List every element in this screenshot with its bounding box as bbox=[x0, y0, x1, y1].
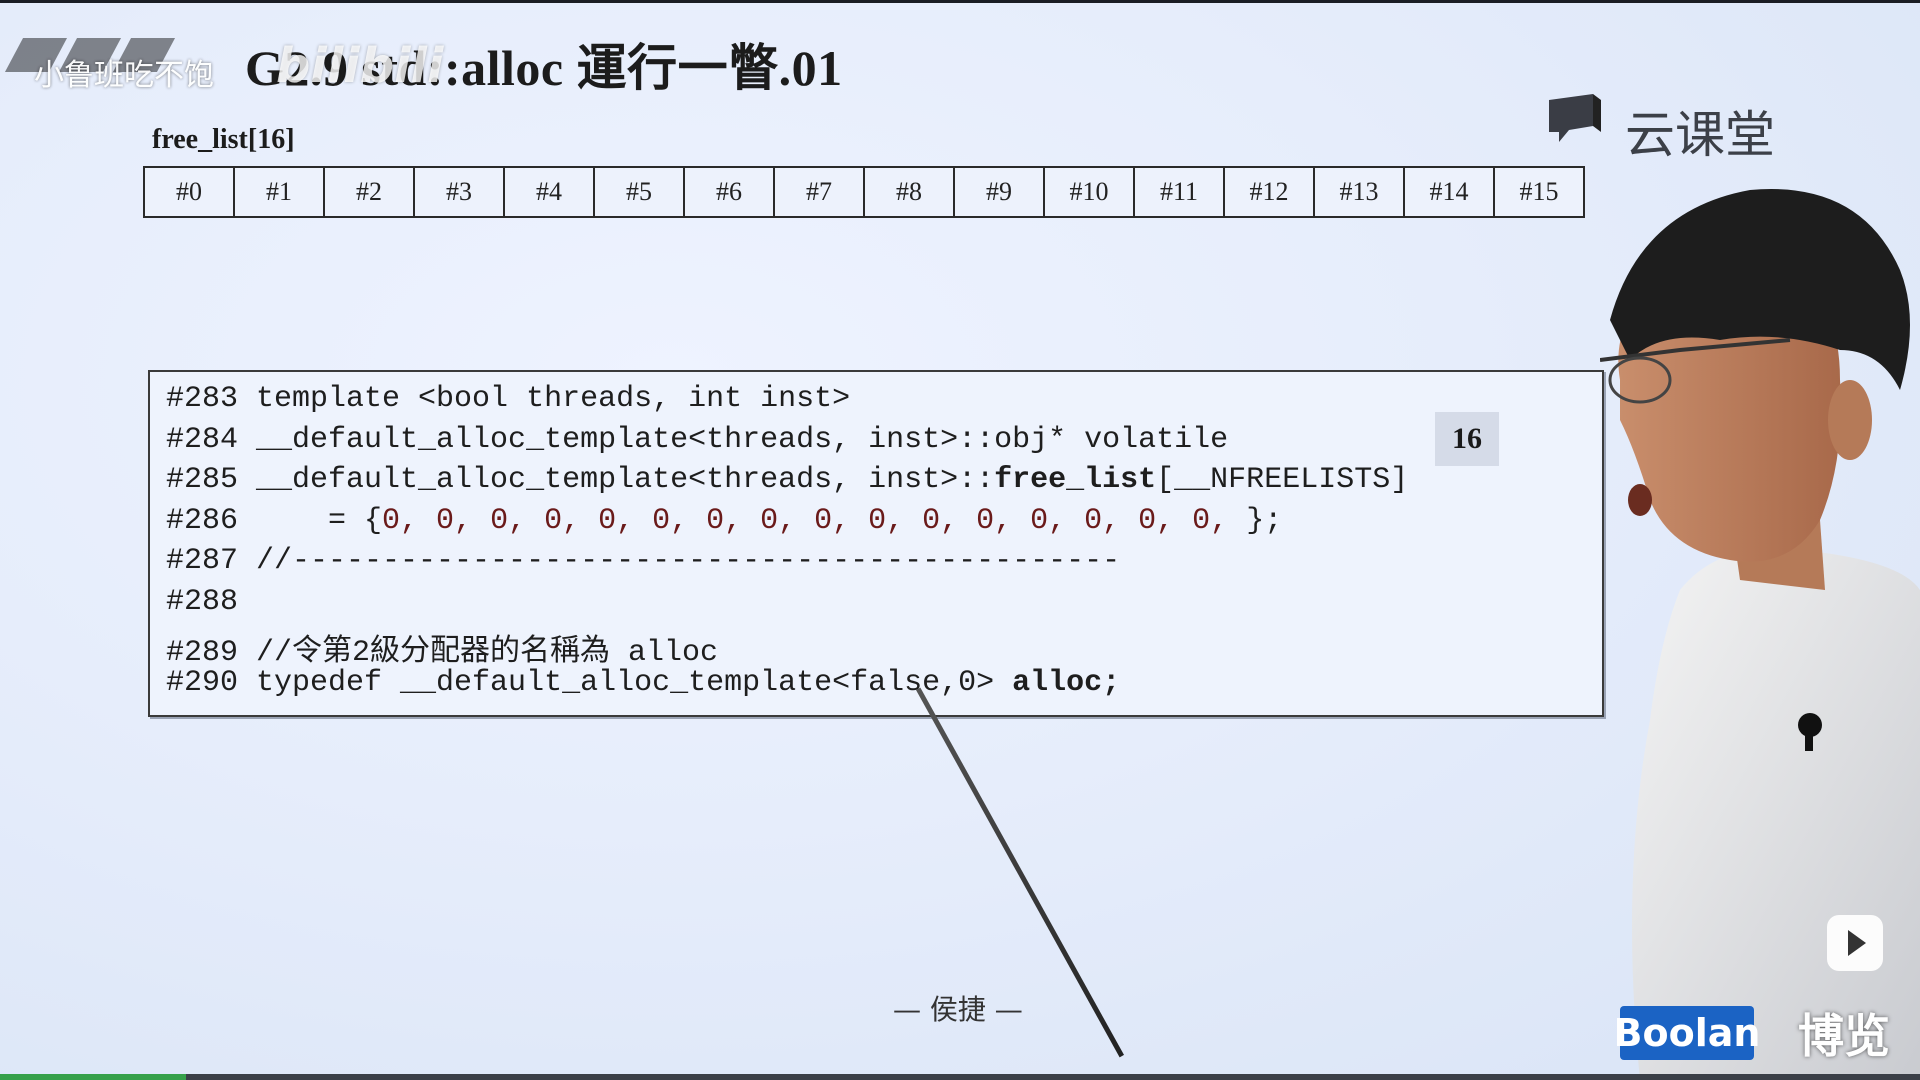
video-frame: G2.9 std::alloc 運行一瞥.01 小鲁班吃不饱 bilibili … bbox=[0, 0, 1920, 1080]
code-line: #283 template <bool threads, int inst> bbox=[166, 382, 850, 416]
yun-ketang-logo-icon bbox=[1549, 94, 1601, 142]
code-bold-identifier: free_list bbox=[994, 463, 1157, 497]
free-list-cell: #3 bbox=[415, 168, 505, 216]
code-line-number: #287 bbox=[166, 544, 239, 578]
free-list-cell: #1 bbox=[235, 168, 325, 216]
code-line-number: #285 bbox=[166, 463, 239, 497]
free-list-cell: #6 bbox=[685, 168, 775, 216]
free-list-cell: #7 bbox=[775, 168, 865, 216]
free-list-cell: #2 bbox=[325, 168, 415, 216]
code-line-number: #290 bbox=[166, 665, 239, 700]
video-progress-bar[interactable] bbox=[0, 1074, 1920, 1080]
code-line: #285 __default_alloc_template<threads, i… bbox=[166, 463, 1408, 497]
boolan-logo: Boolan bbox=[1614, 1006, 1760, 1060]
code-initializer-values: 0, 0, 0, 0, 0, 0, 0, 0, 0, 0, 0, 0, 0, 0… bbox=[382, 503, 1229, 538]
free-list-cell: #5 bbox=[595, 168, 685, 216]
video-progress-fill bbox=[0, 1074, 187, 1080]
code-line-text: typedef __default_alloc_template<false,0… bbox=[238, 665, 1013, 700]
code-line: #284 __default_alloc_template<threads, i… bbox=[166, 423, 1228, 457]
free-list-size-badge: 16 bbox=[1435, 412, 1499, 466]
free-list-cell: #15 bbox=[1519, 177, 1559, 206]
code-bold-identifier: alloc; bbox=[1012, 665, 1121, 700]
code-line: #287 //---------------------------------… bbox=[166, 544, 1120, 578]
code-line-number: #288 bbox=[166, 584, 239, 619]
code-line-rest: [__NFREELISTS] bbox=[1156, 463, 1409, 497]
free-list-cell: #12 bbox=[1225, 168, 1315, 216]
channel-watermark: 小鲁班吃不饱 bbox=[34, 58, 214, 93]
free-list-cell: #11 bbox=[1135, 168, 1225, 216]
code-line-text: template <bool threads, int inst> bbox=[238, 382, 851, 416]
code-line: #290 typedef __default_alloc_template<fa… bbox=[166, 666, 1120, 700]
free-list-cell: #8 bbox=[865, 168, 955, 216]
play-icon[interactable] bbox=[1827, 915, 1883, 971]
top-edge bbox=[0, 0, 1920, 3]
free-list-cell: #9 bbox=[955, 168, 1045, 216]
free-list-cell: #13 bbox=[1315, 168, 1405, 216]
code-line-number: #284 bbox=[166, 422, 239, 457]
free-list-cell: #10 bbox=[1045, 168, 1135, 216]
code-line-number: #286 bbox=[166, 503, 239, 538]
free-list-label: free_list[16] bbox=[152, 124, 295, 155]
bilibili-logo: bilibili bbox=[276, 38, 444, 94]
slide-footer-author: — 侯捷 — bbox=[893, 993, 1023, 1026]
code-line-number: #283 bbox=[166, 382, 239, 416]
code-listing: #283 template <bool threads, int inst> #2… bbox=[148, 370, 1604, 717]
free-list-cell: #4 bbox=[505, 168, 595, 216]
code-line-text: = { bbox=[238, 503, 383, 538]
boolan-cn-logo: 博览 bbox=[1798, 1009, 1890, 1063]
code-line-text: //--------------------------------------… bbox=[238, 544, 1121, 578]
code-line: #286 = {0, 0, 0, 0, 0, 0, 0, 0, 0, 0, 0,… bbox=[166, 504, 1282, 538]
free-list-table: #0 #1 #2 #3 #4 #5 #6 #7 #8 #9 #10 #11 #12 #13 #14 #15 bbox=[143, 166, 1585, 218]
code-line: #289 //令第2級分配器的名稱為 alloc bbox=[166, 625, 718, 670]
code-line-text: __default_alloc_template<threads, inst>:… bbox=[238, 422, 1229, 457]
free-list-cell: #0 bbox=[145, 168, 235, 216]
free-list-cell: #14 bbox=[1405, 168, 1495, 216]
code-line-text: __default_alloc_template<threads, inst>:… bbox=[238, 463, 995, 497]
code-line: #288 bbox=[166, 585, 238, 619]
code-line-rest: }; bbox=[1228, 503, 1283, 538]
